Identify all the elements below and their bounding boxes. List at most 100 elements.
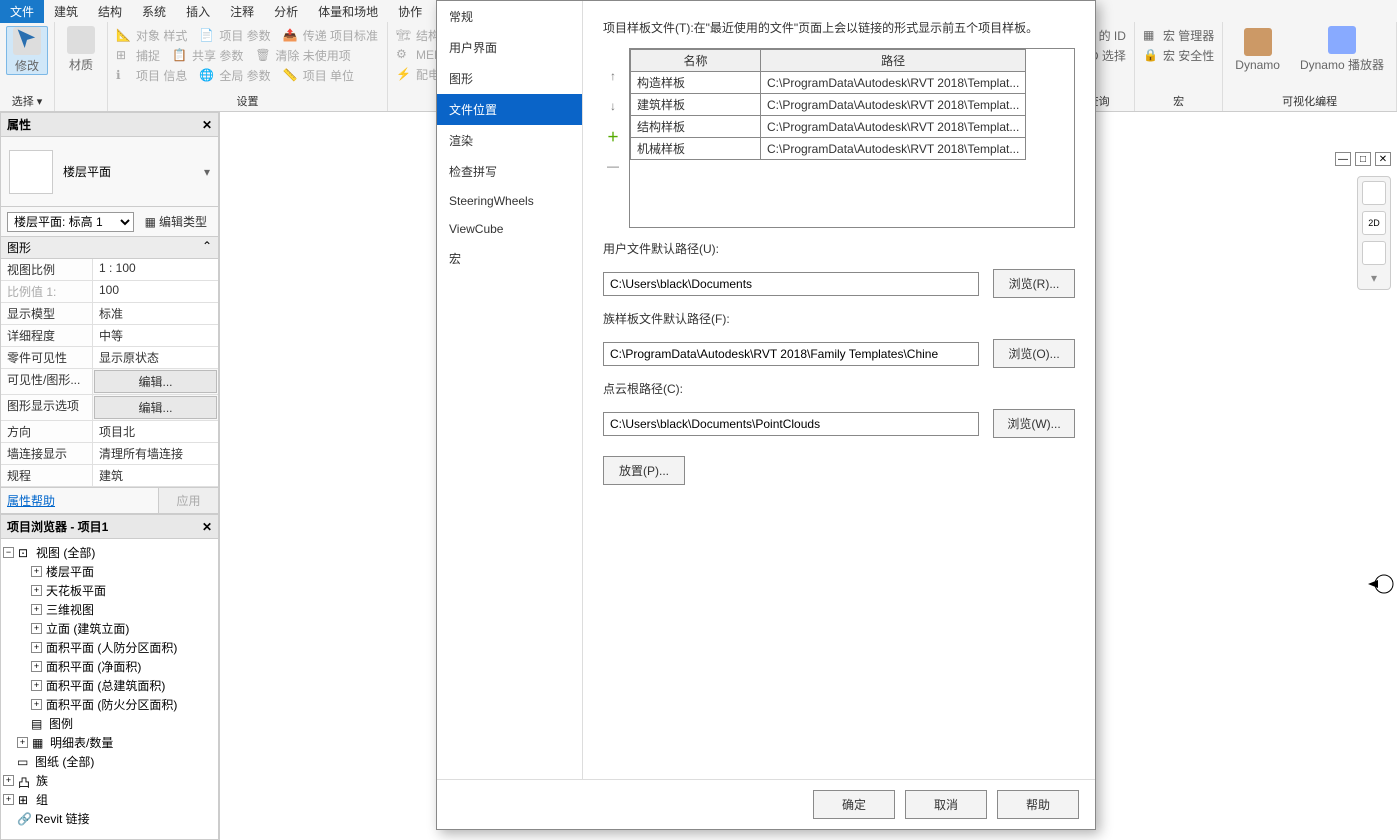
tree-families[interactable]: +凸族 bbox=[3, 771, 216, 790]
tree-item[interactable]: +三维视图 bbox=[3, 600, 216, 619]
options-tab[interactable]: 检查拼写 bbox=[437, 156, 582, 187]
menu-mass[interactable]: 体量和场地 bbox=[308, 0, 388, 23]
menu-arch[interactable]: 建筑 bbox=[44, 0, 88, 23]
macro-manager-button[interactable]: ▦宏 管理器 bbox=[1141, 26, 1216, 45]
tree-sheets[interactable]: ▭图纸 (全部) bbox=[3, 752, 216, 771]
property-value[interactable]: 清理所有墙连接 bbox=[93, 443, 218, 464]
ok-button[interactable]: 确定 bbox=[813, 790, 895, 819]
property-value[interactable]: 项目北 bbox=[93, 421, 218, 442]
tree-item[interactable]: +天花板平面 bbox=[3, 581, 216, 600]
options-tab[interactable]: 宏 bbox=[437, 243, 582, 274]
plus-icon[interactable]: + bbox=[31, 623, 42, 634]
plus-icon[interactable]: + bbox=[31, 642, 42, 653]
property-row[interactable]: 规程建筑 bbox=[1, 465, 218, 487]
plus-icon[interactable]: + bbox=[3, 794, 14, 805]
browse-user-path-button[interactable]: 浏览(R)... bbox=[993, 269, 1075, 298]
tree-links[interactable]: 🔗Revit 链接 bbox=[3, 809, 216, 828]
nav-zoom-icon[interactable] bbox=[1362, 241, 1386, 265]
snaps-button[interactable]: ⊞捕捉 bbox=[114, 46, 162, 65]
properties-close-icon[interactable]: ✕ bbox=[202, 118, 212, 132]
type-selector[interactable]: 楼层平面 ▾ bbox=[0, 137, 219, 207]
browse-pointcloud-button[interactable]: 浏览(W)... bbox=[993, 409, 1075, 438]
table-row[interactable]: 机械样板C:\ProgramData\Autodesk\RVT 2018\Tem… bbox=[631, 138, 1026, 160]
plus-icon[interactable]: + bbox=[31, 699, 42, 710]
menu-struct[interactable]: 结构 bbox=[88, 0, 132, 23]
property-value[interactable]: 中等 bbox=[93, 325, 218, 346]
options-tab[interactable]: 用户界面 bbox=[437, 32, 582, 63]
options-tab[interactable]: 渲染 bbox=[437, 125, 582, 156]
dynamo-player-button[interactable]: Dynamo 播放器 bbox=[1294, 26, 1390, 73]
macro-security-button[interactable]: 🔒宏 安全性 bbox=[1141, 46, 1216, 65]
options-tab[interactable]: SteeringWheels bbox=[437, 187, 582, 215]
plus-icon[interactable]: + bbox=[3, 775, 14, 786]
move-down-icon[interactable]: ↓ bbox=[605, 98, 621, 114]
templates-table[interactable]: 名称 路径 构造样板C:\ProgramData\Autodesk\RVT 20… bbox=[630, 49, 1026, 160]
cancel-button[interactable]: 取消 bbox=[905, 790, 987, 819]
move-up-icon[interactable]: ↑ bbox=[605, 68, 621, 84]
plus-icon[interactable]: + bbox=[31, 585, 42, 596]
dynamo-button[interactable]: Dynamo bbox=[1229, 26, 1286, 73]
family-path-input[interactable] bbox=[603, 342, 979, 366]
tree-item[interactable]: +面积平面 (净面积) bbox=[3, 657, 216, 676]
doc-restore-icon[interactable]: □ bbox=[1355, 152, 1371, 166]
browser-close-icon[interactable]: ✕ bbox=[202, 520, 212, 534]
user-path-input[interactable] bbox=[603, 272, 979, 296]
property-row[interactable]: 详细程度中等 bbox=[1, 325, 218, 347]
project-browser-tree[interactable]: −⊡视图 (全部) +楼层平面+天花板平面+三维视图+立面 (建筑立面)+面积平… bbox=[0, 539, 219, 840]
help-button[interactable]: 帮助 bbox=[997, 790, 1079, 819]
plus-icon[interactable]: + bbox=[31, 604, 42, 615]
tree-item[interactable]: +立面 (建筑立面) bbox=[3, 619, 216, 638]
object-styles-button[interactable]: 📐对象 样式 bbox=[114, 26, 189, 45]
pointcloud-path-input[interactable] bbox=[603, 412, 979, 436]
plus-icon[interactable]: + bbox=[17, 737, 28, 748]
select-label[interactable]: 选择 ▾ bbox=[6, 91, 48, 109]
doc-minimize-icon[interactable]: — bbox=[1335, 152, 1351, 166]
tree-legend[interactable]: ▤图例 bbox=[3, 714, 216, 733]
menu-insert[interactable]: 插入 bbox=[176, 0, 220, 23]
menu-file[interactable]: 文件 bbox=[0, 0, 44, 23]
tree-item[interactable]: +面积平面 (防火分区面积) bbox=[3, 695, 216, 714]
apply-button[interactable]: 应用 bbox=[158, 488, 218, 513]
property-row[interactable]: 方向项目北 bbox=[1, 421, 218, 443]
add-icon[interactable]: ＋ bbox=[605, 128, 621, 144]
options-tab[interactable]: 图形 bbox=[437, 63, 582, 94]
browse-family-path-button[interactable]: 浏览(O)... bbox=[993, 339, 1075, 368]
shared-params-button[interactable]: 📋共享 参数 bbox=[170, 46, 245, 65]
remove-icon[interactable]: — bbox=[605, 158, 621, 174]
project-info-button[interactable]: ℹ项目 信息 bbox=[114, 66, 189, 85]
global-params-button[interactable]: 🌐全局 参数 bbox=[197, 66, 272, 85]
plus-icon[interactable]: + bbox=[31, 680, 42, 691]
plus-icon[interactable]: + bbox=[31, 661, 42, 672]
options-tab[interactable]: 文件位置 bbox=[437, 94, 582, 125]
property-row[interactable]: 显示模型标准 bbox=[1, 303, 218, 325]
nav-2d-icon[interactable]: 2D bbox=[1362, 211, 1386, 235]
tree-schedules[interactable]: +▦明细表/数量 bbox=[3, 733, 216, 752]
properties-help-link[interactable]: 属性帮助 bbox=[1, 488, 158, 513]
menu-analyze[interactable]: 分析 bbox=[264, 0, 308, 23]
project-units-button[interactable]: 📏项目 单位 bbox=[281, 66, 356, 85]
project-params-button[interactable]: 📄项目 参数 bbox=[197, 26, 272, 45]
tree-item[interactable]: +面积平面 (总建筑面积) bbox=[3, 676, 216, 695]
table-row[interactable]: 建筑样板C:\ProgramData\Autodesk\RVT 2018\Tem… bbox=[631, 94, 1026, 116]
doc-close-icon[interactable]: ✕ bbox=[1375, 152, 1391, 166]
menu-annotate[interactable]: 注释 bbox=[220, 0, 264, 23]
property-row[interactable]: 图形显示选项编辑... bbox=[1, 395, 218, 421]
instance-select[interactable]: 楼层平面: 标高 1 bbox=[7, 212, 134, 232]
property-row[interactable]: 可见性/图形...编辑... bbox=[1, 369, 218, 395]
property-value[interactable]: 编辑... bbox=[94, 370, 217, 393]
table-row[interactable]: 构造样板C:\ProgramData\Autodesk\RVT 2018\Tem… bbox=[631, 72, 1026, 94]
nav-home-icon[interactable] bbox=[1362, 181, 1386, 205]
tree-root[interactable]: −⊡视图 (全部) bbox=[3, 543, 216, 562]
tree-item[interactable]: +面积平面 (人防分区面积) bbox=[3, 638, 216, 657]
property-row[interactable]: 比例值 1:100 bbox=[1, 281, 218, 303]
purge-button[interactable]: 🗑清除 未使用项 bbox=[253, 46, 352, 65]
property-row[interactable]: 视图比例1 : 100 bbox=[1, 259, 218, 281]
transfer-button[interactable]: 📤传递 项目标准 bbox=[281, 26, 380, 45]
table-row[interactable]: 结构样板C:\ProgramData\Autodesk\RVT 2018\Tem… bbox=[631, 116, 1026, 138]
property-value[interactable]: 1 : 100 bbox=[93, 259, 218, 280]
property-row[interactable]: 零件可见性显示原状态 bbox=[1, 347, 218, 369]
property-value[interactable]: 编辑... bbox=[94, 396, 217, 419]
edit-type-button[interactable]: ▦编辑类型 bbox=[140, 210, 212, 233]
property-row[interactable]: 墙连接显示清理所有墙连接 bbox=[1, 443, 218, 465]
menu-collab[interactable]: 协作 bbox=[388, 0, 432, 23]
